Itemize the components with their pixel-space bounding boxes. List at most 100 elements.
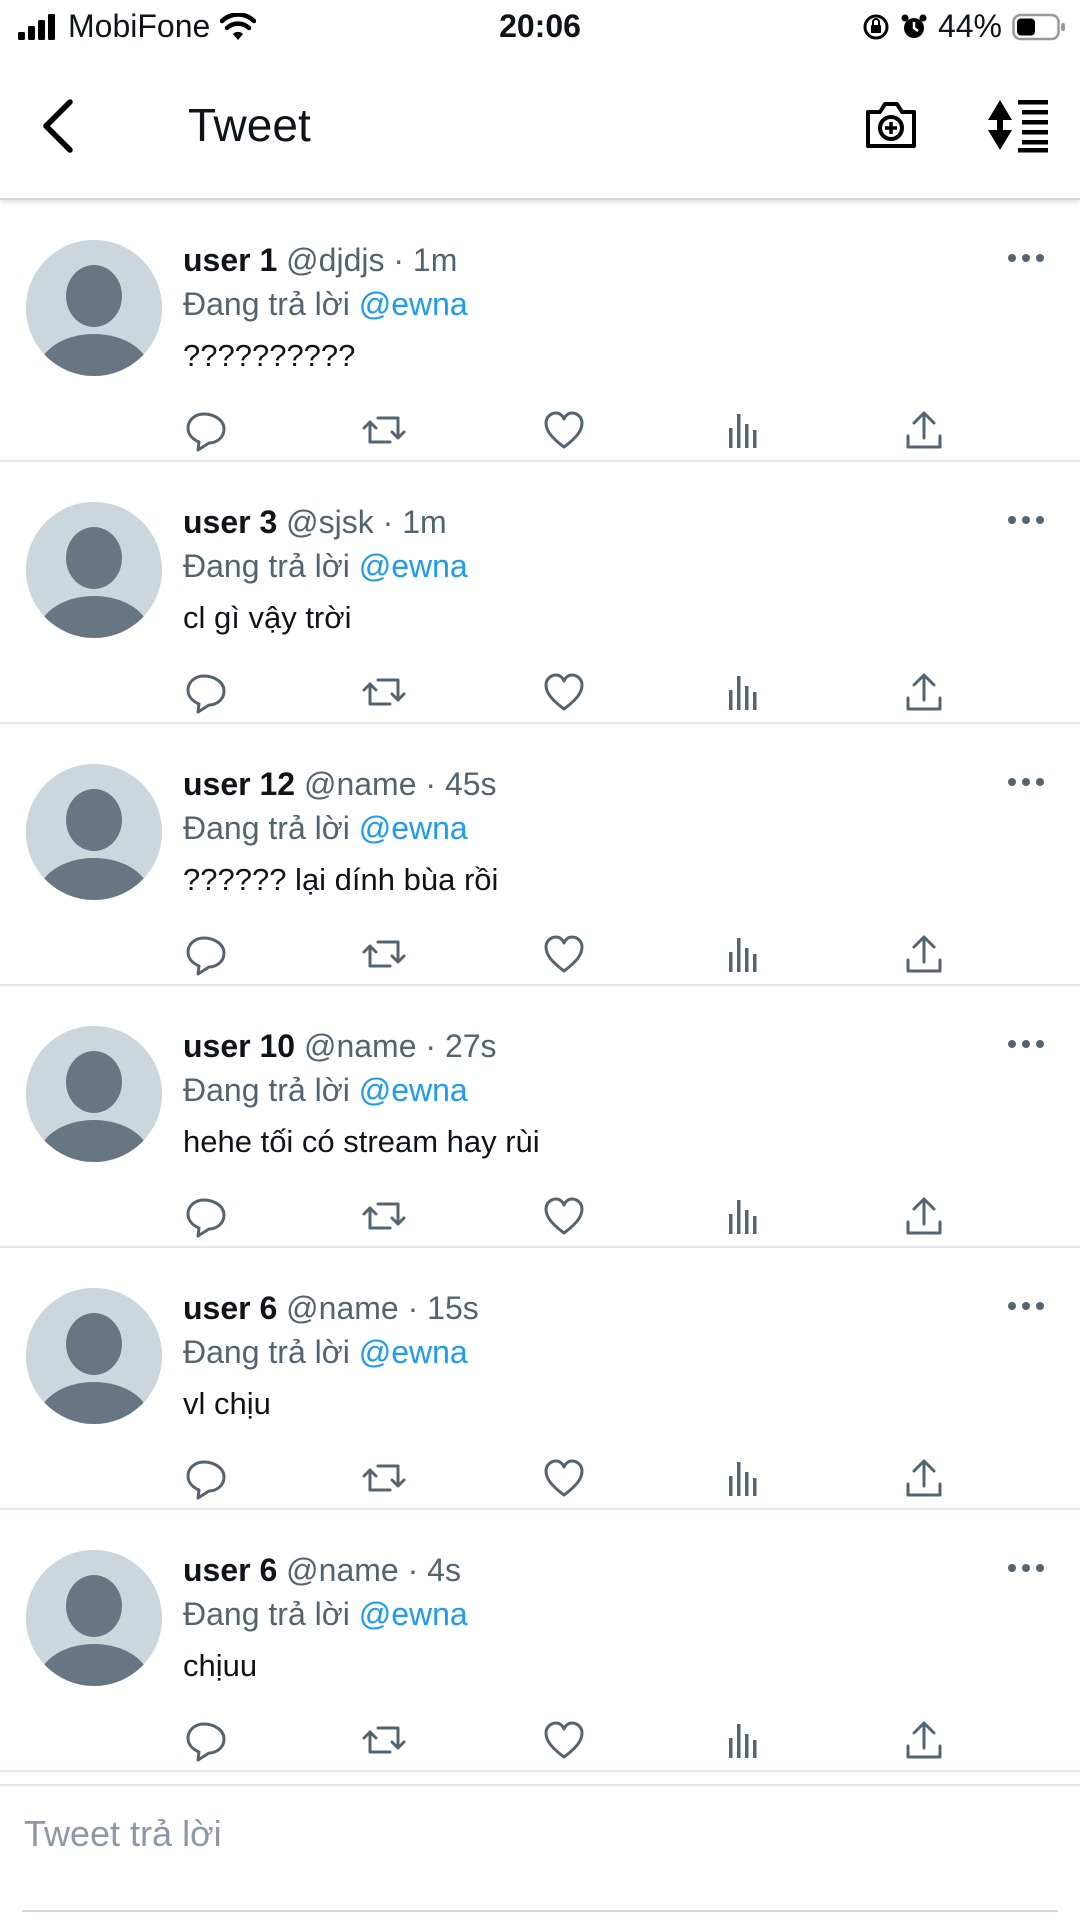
replying-to-label: Đang trả lời <box>183 548 359 584</box>
user-name[interactable]: user 6 <box>183 1552 277 1588</box>
replying-to-label: Đang trả lời <box>183 810 359 846</box>
replying-to-label: Đang trả lời <box>183 286 359 322</box>
analytics-icon[interactable] <box>722 1718 766 1762</box>
reply-icon[interactable] <box>184 408 228 452</box>
retweet-icon[interactable] <box>362 1456 406 1500</box>
user-name[interactable]: user 6 <box>183 1290 277 1326</box>
retweet-icon[interactable] <box>362 408 406 452</box>
reply-icon[interactable] <box>184 932 228 976</box>
reply-input[interactable] <box>22 1812 1026 1856</box>
share-icon[interactable] <box>902 1718 946 1762</box>
tweet-text: hehe tối có stream hay rùi <box>183 1124 540 1159</box>
default-avatar-icon[interactable] <box>26 1288 162 1424</box>
mention-link[interactable]: @ewna <box>359 1072 468 1108</box>
like-icon[interactable] <box>542 670 586 714</box>
share-icon[interactable] <box>902 932 946 976</box>
default-avatar-icon[interactable] <box>26 764 162 900</box>
camera-plus-icon[interactable] <box>862 96 920 154</box>
like-icon[interactable] <box>542 1456 586 1500</box>
sort-replies-icon[interactable] <box>984 96 1050 154</box>
back-icon[interactable] <box>34 96 80 156</box>
like-icon[interactable] <box>542 1194 586 1238</box>
handle-time: @name · 15s <box>277 1290 479 1326</box>
tweet-text: cl gì vậy trời <box>183 600 352 635</box>
battery-icon <box>1012 13 1065 40</box>
retweet-icon[interactable] <box>362 932 406 976</box>
mention-link[interactable]: @ewna <box>359 1334 468 1370</box>
tweet-header: user 1 @djdjs · 1m <box>183 242 457 279</box>
user-name[interactable]: user 10 <box>183 1028 295 1064</box>
user-name[interactable]: user 3 <box>183 504 277 540</box>
more-options-icon[interactable] <box>1006 1038 1046 1050</box>
tweet-text: ?????????? <box>183 338 356 373</box>
more-options-icon[interactable] <box>1006 252 1046 264</box>
default-avatar-icon[interactable] <box>26 502 162 638</box>
tweet-reply[interactable]: user 6 @name · 4s Đang trả lời @ewna chị… <box>0 1510 1080 1772</box>
default-avatar-icon[interactable] <box>26 1550 162 1686</box>
retweet-icon[interactable] <box>362 1718 406 1762</box>
handle-time: @name · 27s <box>295 1028 497 1064</box>
tweet-reply[interactable]: user 6 @name · 15s Đang trả lời @ewna vl… <box>0 1248 1080 1510</box>
tweet-header: user 3 @sjsk · 1m <box>183 504 447 541</box>
tweet-reply[interactable]: user 1 @djdjs · 1m Đang trả lời @ewna ??… <box>0 200 1080 462</box>
handle-time: @djdjs · 1m <box>277 242 458 278</box>
replying-to: Đang trả lời @ewna <box>183 810 468 847</box>
tweet-actions <box>0 932 1080 976</box>
nav-bar: Tweet <box>0 56 1080 200</box>
analytics-icon[interactable] <box>722 408 766 452</box>
replying-to-label: Đang trả lời <box>183 1072 359 1108</box>
share-icon[interactable] <box>902 1456 946 1500</box>
replying-to: Đang trả lời @ewna <box>183 286 468 323</box>
share-icon[interactable] <box>902 1194 946 1238</box>
reply-list: user 1 @djdjs · 1m Đang trả lời @ewna ??… <box>0 200 1080 1772</box>
reply-icon[interactable] <box>184 670 228 714</box>
retweet-icon[interactable] <box>362 1194 406 1238</box>
replying-to: Đang trả lời @ewna <box>183 1334 468 1371</box>
handle-time: @name · 45s <box>295 766 497 802</box>
mention-link[interactable]: @ewna <box>359 548 468 584</box>
mention-link[interactable]: @ewna <box>359 1596 468 1632</box>
tweet-actions <box>0 408 1080 452</box>
share-icon[interactable] <box>902 670 946 714</box>
more-options-icon[interactable] <box>1006 776 1046 788</box>
mention-link[interactable]: @ewna <box>359 286 468 322</box>
like-icon[interactable] <box>542 1718 586 1762</box>
more-options-icon[interactable] <box>1006 514 1046 526</box>
replying-to: Đang trả lời @ewna <box>183 548 468 585</box>
tweet-header: user 6 @name · 4s <box>183 1552 461 1589</box>
orientation-lock-icon <box>863 14 889 39</box>
reply-icon[interactable] <box>184 1194 228 1238</box>
share-icon[interactable] <box>902 408 946 452</box>
analytics-icon[interactable] <box>722 670 766 714</box>
status-bar: MobiFone 20:06 44% <box>0 0 1080 56</box>
replying-to: Đang trả lời @ewna <box>183 1072 468 1109</box>
retweet-icon[interactable] <box>362 670 406 714</box>
default-avatar-icon[interactable] <box>26 240 162 376</box>
tweet-reply[interactable]: user 10 @name · 27s Đang trả lời @ewna h… <box>0 986 1080 1248</box>
user-name[interactable]: user 1 <box>183 242 277 278</box>
more-options-icon[interactable] <box>1006 1300 1046 1312</box>
user-name[interactable]: user 12 <box>183 766 295 802</box>
analytics-icon[interactable] <box>722 1194 766 1238</box>
replying-to: Đang trả lời @ewna <box>183 1596 468 1633</box>
tweet-actions <box>0 1718 1080 1762</box>
alarm-icon <box>901 14 927 38</box>
composer-divider <box>22 1910 1058 1912</box>
tweet-reply[interactable]: user 3 @sjsk · 1m Đang trả lời @ewna cl … <box>0 462 1080 724</box>
reply-icon[interactable] <box>184 1456 228 1500</box>
reply-icon[interactable] <box>184 1718 228 1762</box>
tweet-text: vl chịu <box>183 1386 271 1421</box>
tweet-reply[interactable]: user 12 @name · 45s Đang trả lời @ewna ?… <box>0 724 1080 986</box>
more-options-icon[interactable] <box>1006 1562 1046 1574</box>
analytics-icon[interactable] <box>722 1456 766 1500</box>
like-icon[interactable] <box>542 408 586 452</box>
status-right: 44% <box>862 8 1066 45</box>
analytics-icon[interactable] <box>722 932 766 976</box>
mention-link[interactable]: @ewna <box>359 810 468 846</box>
tweet-actions <box>0 670 1080 714</box>
tweet-text: ?????? lại dính bùa rồi <box>183 862 499 897</box>
like-icon[interactable] <box>542 932 586 976</box>
tweet-header: user 6 @name · 15s <box>183 1290 479 1327</box>
page-title: Tweet <box>188 99 311 151</box>
default-avatar-icon[interactable] <box>26 1026 162 1162</box>
